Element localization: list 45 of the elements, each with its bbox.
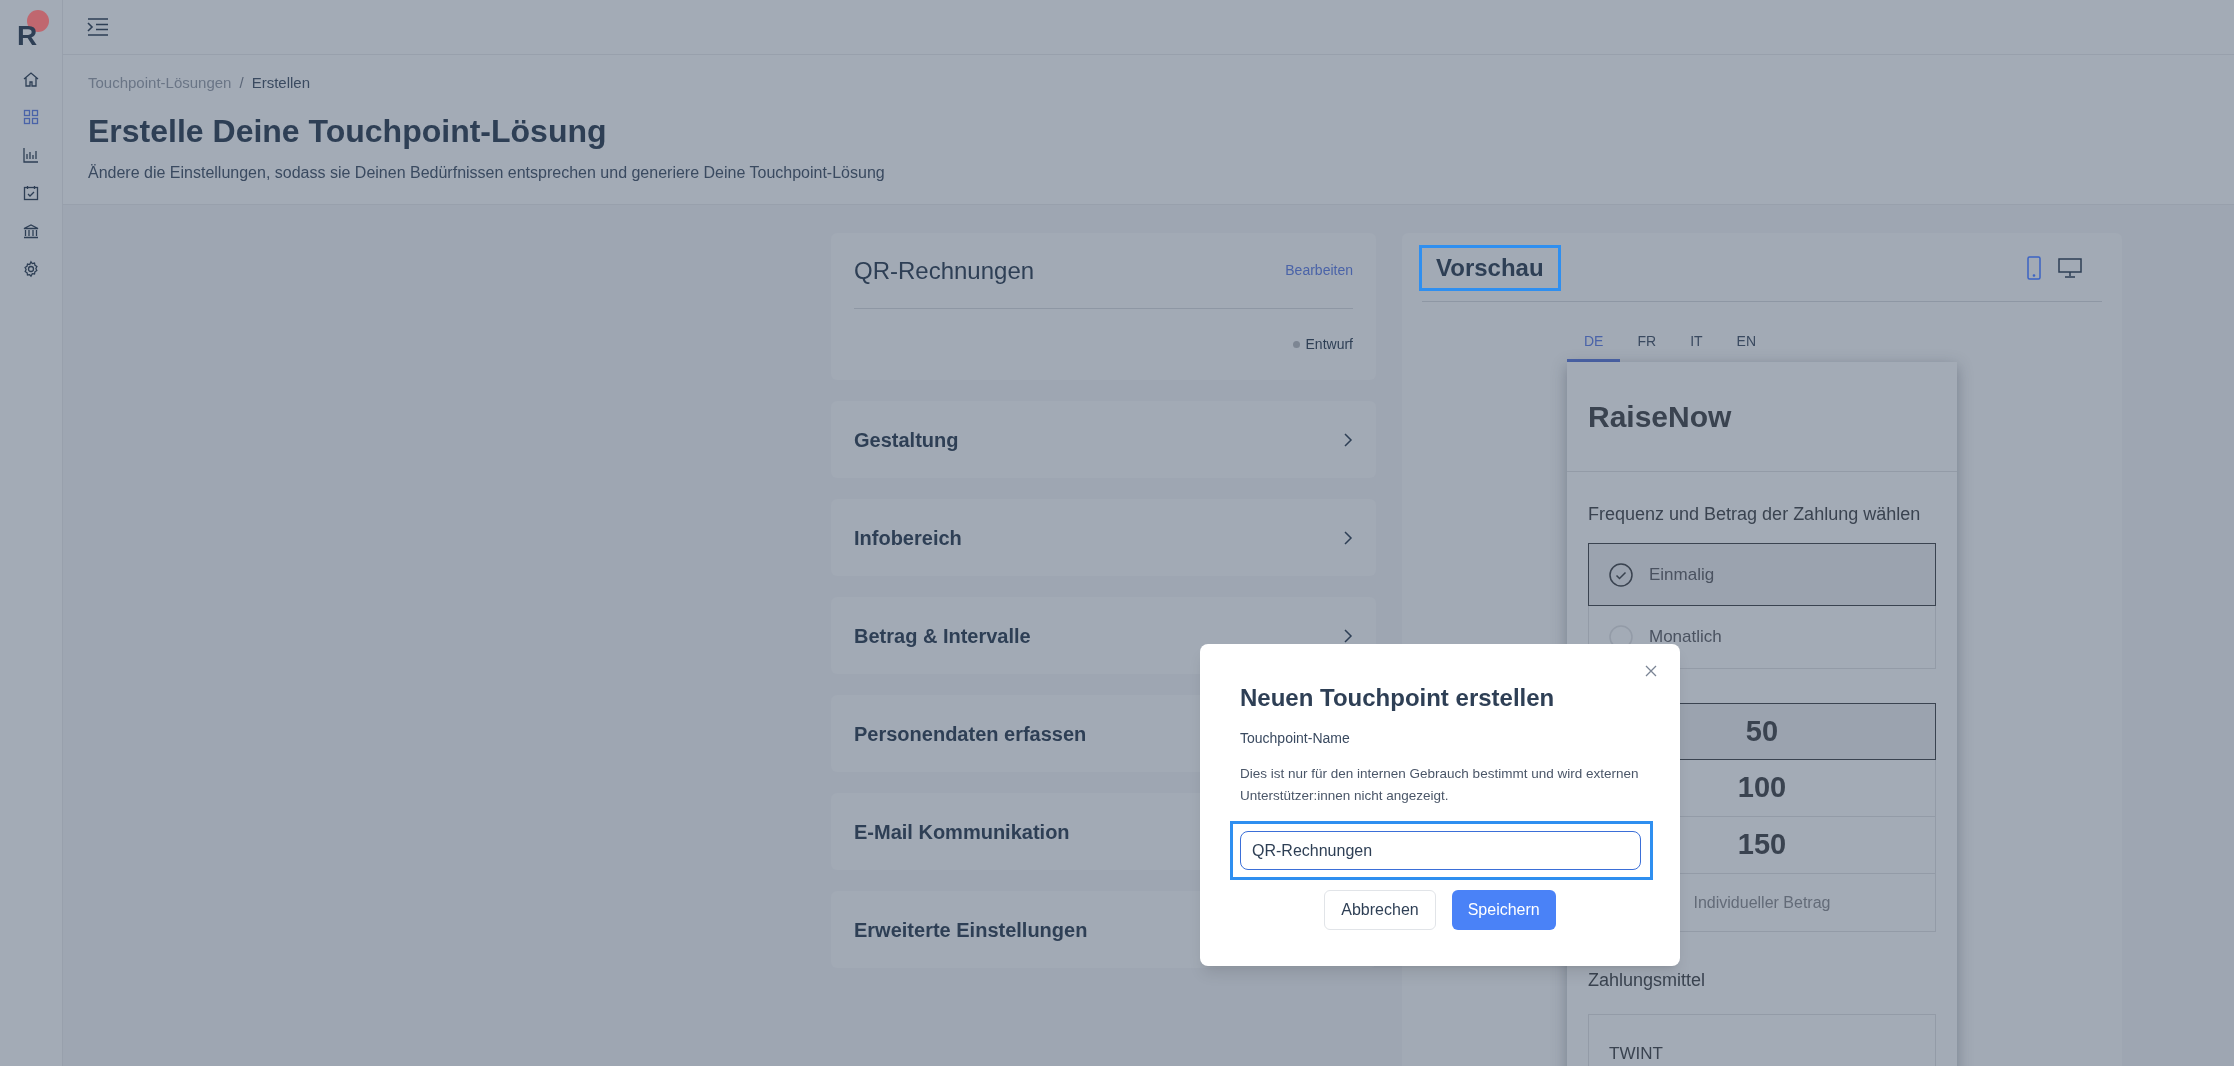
close-button[interactable] [1644, 664, 1658, 678]
status-label: Entwurf [1305, 335, 1353, 354]
bar-chart-icon[interactable] [22, 146, 40, 164]
section-title: E-Mail Kommunikation [854, 819, 1070, 845]
option-label: Monatlich [1649, 626, 1722, 649]
grid-icon[interactable] [22, 108, 40, 126]
payment-label: TWINT [1609, 1043, 1663, 1066]
monitor-icon[interactable] [2058, 256, 2082, 279]
bank-icon[interactable] [22, 222, 40, 240]
calendar-check-icon[interactable] [22, 184, 40, 202]
language-tab[interactable]: FR [1620, 324, 1674, 362]
form-heading: Frequenz und Betrag der Zahlung wählen [1588, 503, 1922, 526]
breadcrumb-separator: / [239, 72, 244, 93]
section-card[interactable]: Gestaltung [831, 401, 1376, 478]
frequency-option[interactable]: Einmalig [1588, 543, 1936, 606]
section-title: Gestaltung [854, 427, 959, 453]
touchpoint-name: QR-Rechnungen [854, 255, 1035, 286]
name-input-field[interactable]: QR-Rechnungen [1240, 831, 1641, 870]
menu-icon[interactable] [87, 18, 109, 36]
chevron-right-icon [1343, 627, 1353, 644]
option-label: Einmalig [1649, 563, 1715, 586]
page-title: Erstelle Deine Touchpoint-Lösung [88, 112, 608, 151]
chevron-right-icon [1343, 529, 1353, 546]
page-subtitle: Ändere die Einstellungen, sodass sie Deinen Bedürfnissen entsprechen und generiere Deine Touchpoint-Lösung [88, 163, 886, 183]
field-label: Touchpoint-Name [1240, 729, 1351, 748]
logo: R [17, 22, 38, 50]
settings-icon[interactable] [22, 260, 40, 278]
check-circle-icon [1609, 562, 1633, 587]
breadcrumb-current: Erstellen [251, 72, 310, 93]
section-title: Infobereich [854, 525, 962, 551]
home-icon[interactable] [22, 70, 40, 88]
brand-name: RaiseNow [1588, 399, 1732, 435]
edit-link[interactable]: Bearbeiten [1285, 260, 1353, 281]
language-tab[interactable]: EN [1719, 324, 1774, 362]
cancel-button[interactable]: Abbrechen [1324, 890, 1436, 930]
section-title: Personendaten erfassen [854, 721, 1087, 747]
section-title: Erweiterte Einstellungen [854, 917, 1088, 943]
form-heading: Zahlungsmittel [1588, 969, 1707, 992]
chevron-right-icon [1343, 431, 1353, 448]
payment-option[interactable]: TWINT [1588, 1014, 1936, 1066]
language-tab[interactable]: IT [1673, 324, 1720, 362]
save-button[interactable]: Speichern [1451, 890, 1556, 930]
section-title: Betrag & Intervalle [854, 623, 1031, 649]
section-card[interactable]: Infobereich [831, 499, 1376, 576]
preview-title: Vorschau [1422, 247, 1558, 288]
